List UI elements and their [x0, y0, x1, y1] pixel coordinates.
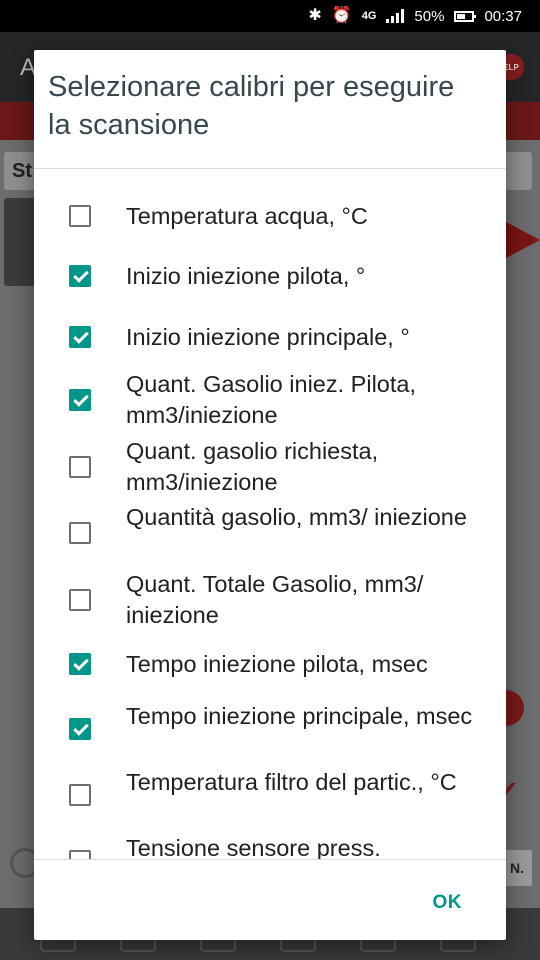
checkbox[interactable]	[69, 784, 91, 806]
list-item[interactable]: Temperatura acqua, °C	[34, 185, 506, 247]
list-item[interactable]: Inizio iniezione principale, °	[34, 309, 506, 371]
list-item[interactable]: Quant. gasolio richiesta, mm3/iniezione	[34, 436, 506, 502]
list-item-label: Inizio iniezione pilota, °	[126, 263, 366, 289]
play-arrow-icon	[506, 222, 540, 258]
clock: 00:37	[484, 7, 522, 25]
dialog-title: Selezionare calibri per eseguire la scan…	[48, 71, 455, 141]
list-item[interactable]: Quant. Totale Gasolio, mm3/ iniezione	[34, 569, 506, 635]
list-item-label: Temperatura filtro del partic., °C	[126, 769, 457, 795]
list-item[interactable]: Inizio iniezione pilota, °	[34, 247, 506, 309]
bluetooth-icon: ✱	[308, 7, 322, 24]
alarm-icon: ⏰	[331, 7, 352, 24]
list-item-label: Quant. Totale Gasolio, mm3/ iniezione	[126, 571, 424, 628]
ok-button[interactable]: OK	[429, 888, 467, 918]
list-item-label: Tempo iniezione pilota, msec	[126, 651, 428, 677]
list-item[interactable]: Quantità gasolio, mm3/ iniezione	[34, 502, 506, 568]
gauge-list[interactable]: Temperatura acqua, °C Inizio iniezione p…	[34, 169, 506, 859]
checkbox-checked[interactable]	[69, 326, 91, 348]
list-item-label: Quantità gasolio, mm3/ iniezione	[126, 504, 467, 530]
list-item-label: Temperatura acqua, °C	[126, 203, 368, 229]
battery-percent: 50%	[414, 7, 445, 25]
checkbox-checked[interactable]	[69, 265, 91, 287]
checkbox-checked[interactable]	[69, 653, 91, 675]
list-item-label: Quant. Gasolio iniez. Pilota, mm3/iniezi…	[126, 371, 416, 428]
list-item-label: Tempo iniezione principale, msec	[126, 703, 473, 729]
list-item[interactable]: Quant. Gasolio iniez. Pilota, mm3/iniezi…	[34, 369, 506, 435]
signal-icon	[386, 9, 405, 23]
battery-icon	[454, 10, 477, 22]
list-item[interactable]: Temperatura filtro del partic., °C	[34, 767, 506, 833]
checkbox-checked[interactable]	[69, 389, 91, 411]
checkbox[interactable]	[69, 205, 91, 227]
checkbox-checked[interactable]	[69, 718, 91, 740]
list-item[interactable]: Tensione sensore press.	[34, 833, 506, 859]
list-item-label: Inizio iniezione principale, °	[126, 324, 410, 350]
gauge-selection-dialog: Selezionare calibri per eseguire la scan…	[34, 50, 506, 940]
list-item-label: Quant. gasolio richiesta, mm3/iniezione	[126, 438, 379, 495]
list-item-label: Tensione sensore press.	[126, 835, 381, 859]
app-side-button: N.	[502, 850, 532, 886]
checkbox[interactable]	[69, 456, 91, 478]
actions-divider	[34, 859, 506, 860]
status-bar: ✱ ⏰ 4G 50% 00:37	[0, 0, 540, 32]
list-item[interactable]: Tempo iniezione principale, msec	[34, 701, 506, 767]
list-item[interactable]: Tempo iniezione pilota, msec	[34, 635, 506, 697]
checkbox[interactable]	[69, 850, 91, 859]
network-type: 4G	[361, 10, 377, 22]
checkbox[interactable]	[69, 589, 91, 611]
checkbox[interactable]	[69, 522, 91, 544]
